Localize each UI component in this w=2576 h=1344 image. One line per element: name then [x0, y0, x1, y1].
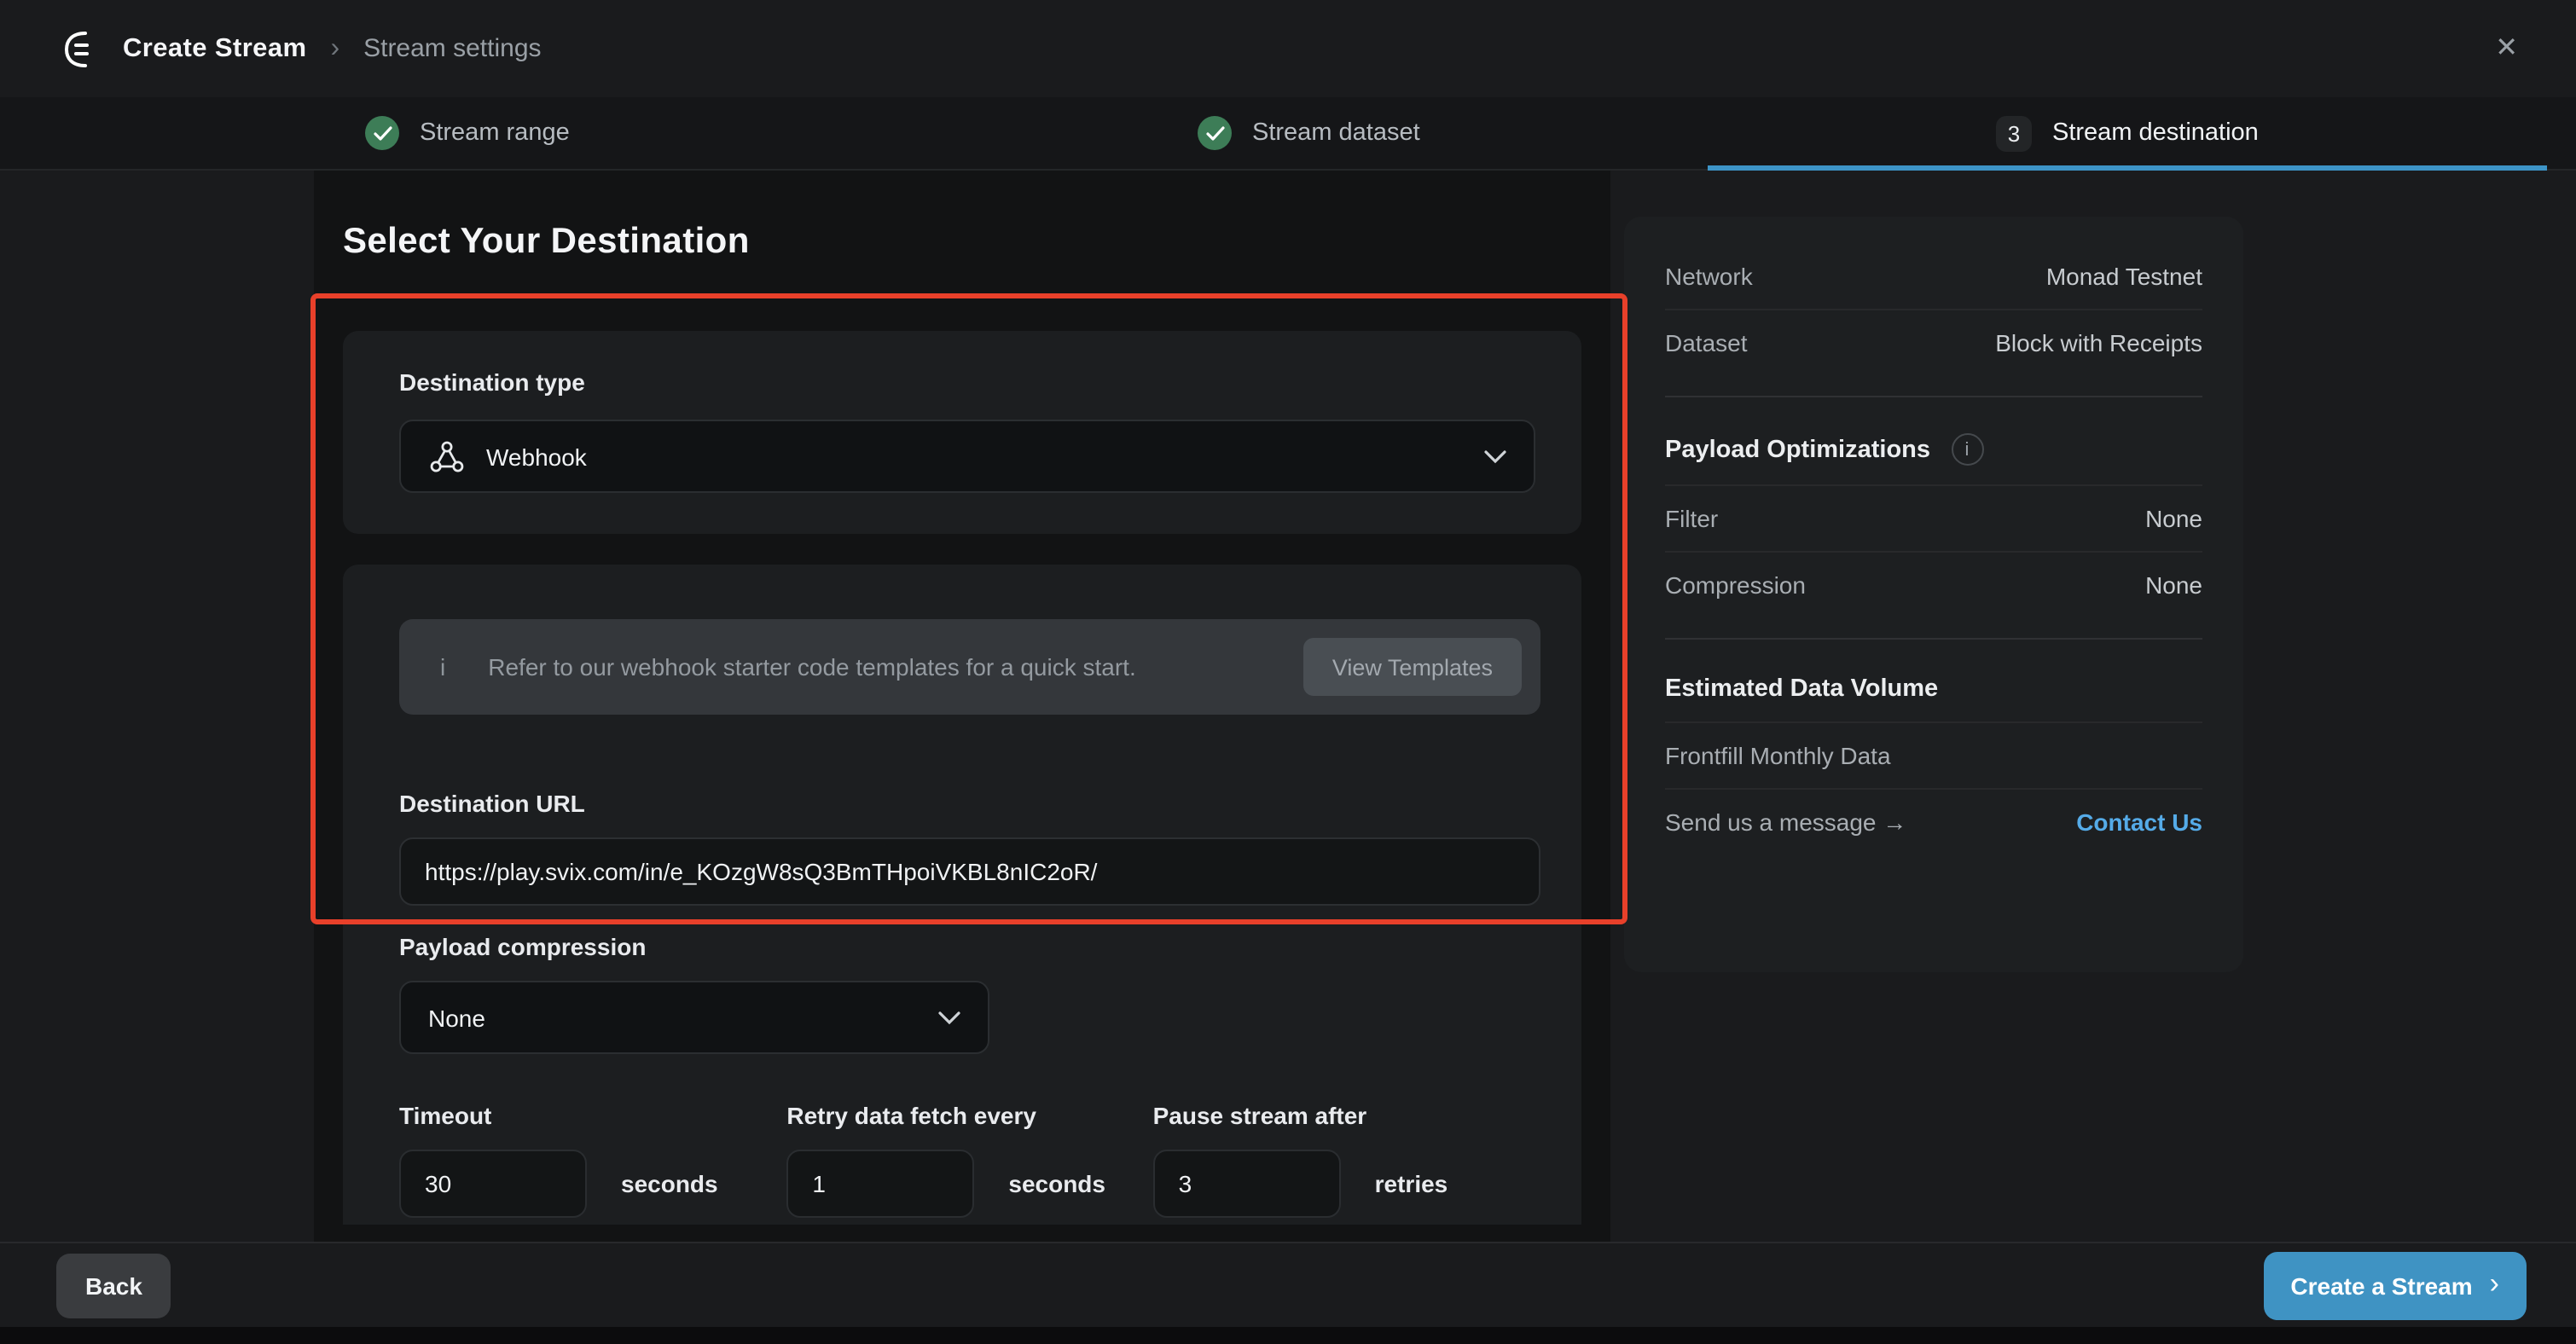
create-stream-modal: Create Stream › Stream settings ✕ Stream…: [0, 0, 2576, 1344]
destination-type-label: Destination type: [399, 368, 1535, 396]
estimated-volume-row: Estimated Data Volume: [1665, 657, 2202, 721]
frontfill-row: Frontfill Monthly Data: [1665, 721, 2202, 788]
dataset-row: Dataset Block with Receipts: [1665, 309, 2202, 375]
compression-value: None: [2145, 571, 2202, 599]
retry-input[interactable]: [786, 1150, 974, 1218]
info-banner: i Refer to our webhook starter code temp…: [399, 619, 1540, 715]
dataset-label: Dataset: [1665, 329, 1748, 356]
chevron-down-icon: [1484, 441, 1506, 472]
bottom-strip: [0, 1327, 2576, 1344]
contact-row: Send us a message → Contact Us: [1665, 788, 2202, 854]
destination-type-card: Destination type Webhook: [343, 331, 1581, 534]
back-button[interactable]: Back: [56, 1253, 171, 1318]
payload-compression-value: None: [428, 1004, 938, 1031]
footer-bar: Back Create a Stream ›: [0, 1242, 2576, 1327]
check-icon: [365, 116, 399, 150]
content-area: Select Your Destination Destination type: [0, 171, 2576, 1242]
retry-unit: seconds: [1008, 1170, 1105, 1197]
pause-label: Pause stream after: [1153, 1102, 1540, 1129]
destination-form-panel: Select Your Destination Destination type: [314, 171, 1610, 1242]
step-label: Stream dataset: [1252, 119, 1420, 147]
retry-group: Retry data fetch every seconds: [786, 1102, 1152, 1218]
destination-details-card: i Refer to our webhook starter code temp…: [343, 565, 1581, 1225]
payload-compression-select[interactable]: None: [399, 981, 989, 1054]
timeout-unit: seconds: [621, 1170, 718, 1197]
compression-row: Compression None: [1665, 551, 2202, 617]
timeout-label: Timeout: [399, 1102, 786, 1129]
compression-label: Compression: [1665, 571, 1806, 599]
check-icon: [1198, 116, 1232, 150]
chevron-down-icon: [938, 1002, 960, 1033]
filter-label: Filter: [1665, 505, 1718, 532]
step-stream-destination[interactable]: 3 Stream destination: [1996, 97, 2259, 169]
payload-compression-label: Payload compression: [399, 933, 1540, 960]
destination-type-value: Webhook: [486, 443, 1484, 470]
network-row: Network Monad Testnet: [1665, 244, 2202, 309]
breadcrumb-chevron-icon: ›: [330, 33, 339, 64]
retry-settings-row: Timeout seconds Retry data fetch every s…: [399, 1102, 1540, 1218]
close-icon[interactable]: ✕: [2495, 35, 2518, 62]
view-templates-button[interactable]: View Templates: [1303, 638, 1522, 696]
step-label: Stream range: [420, 119, 570, 147]
network-label: Network: [1665, 263, 1753, 290]
chevron-right-icon: ›: [2490, 1269, 2499, 1301]
payload-optimizations-heading: Payload Optimizations: [1665, 436, 1930, 463]
frontfill-label: Frontfill Monthly Data: [1665, 742, 1891, 769]
steps-bar: Stream range Stream dataset 3 Stream des…: [0, 97, 2576, 171]
create-stream-label: Create a Stream: [2290, 1272, 2472, 1299]
step-stream-range[interactable]: Stream range: [365, 97, 570, 169]
timeout-input[interactable]: [399, 1150, 587, 1218]
summary-section-stream: Network Monad Testnet Dataset Block with…: [1665, 234, 2202, 385]
create-stream-button[interactable]: Create a Stream ›: [2263, 1251, 2527, 1319]
info-icon: i: [440, 653, 445, 681]
destination-type-select[interactable]: Webhook: [399, 420, 1535, 493]
pause-group: Pause stream after retries: [1153, 1102, 1540, 1218]
summary-panel: Network Monad Testnet Dataset Block with…: [1624, 217, 2243, 972]
info-icon[interactable]: i: [1951, 433, 1983, 466]
send-message-label: Send us a message →: [1665, 808, 1906, 836]
timeout-group: Timeout seconds: [399, 1102, 786, 1218]
page-title: Create Stream: [123, 33, 306, 64]
step-number-badge: 3: [1996, 115, 2032, 151]
filter-value: None: [2145, 505, 2202, 532]
webhook-icon: [428, 437, 466, 475]
destination-url-input[interactable]: [399, 837, 1540, 906]
summary-section-volume: Estimated Data Volume Frontfill Monthly …: [1665, 638, 2202, 865]
retry-label: Retry data fetch every: [786, 1102, 1152, 1129]
destination-url-label: Destination URL: [399, 790, 1540, 817]
network-value: Monad Testnet: [2046, 263, 2202, 290]
section-heading: Select Your Destination: [343, 222, 1610, 263]
step-label: Stream destination: [2052, 119, 2259, 147]
estimated-volume-heading: Estimated Data Volume: [1665, 675, 1938, 703]
pause-unit: retries: [1375, 1170, 1448, 1197]
step-stream-dataset[interactable]: Stream dataset: [1198, 97, 1420, 169]
payload-optimizations-row: Payload Optimizations i: [1665, 414, 2202, 484]
contact-us-link[interactable]: Contact Us: [2076, 808, 2202, 836]
app-logo-icon: [58, 26, 102, 71]
summary-section-optimizations: Payload Optimizations i Filter None Comp…: [1665, 396, 2202, 628]
header-bar: Create Stream › Stream settings ✕: [0, 0, 2576, 97]
filter-row: Filter None: [1665, 484, 2202, 551]
dataset-value: Block with Receipts: [1995, 329, 2202, 356]
info-banner-text: Refer to our webhook starter code templa…: [488, 653, 1303, 681]
pause-input[interactable]: [1153, 1150, 1341, 1218]
breadcrumb: Stream settings: [363, 34, 541, 63]
